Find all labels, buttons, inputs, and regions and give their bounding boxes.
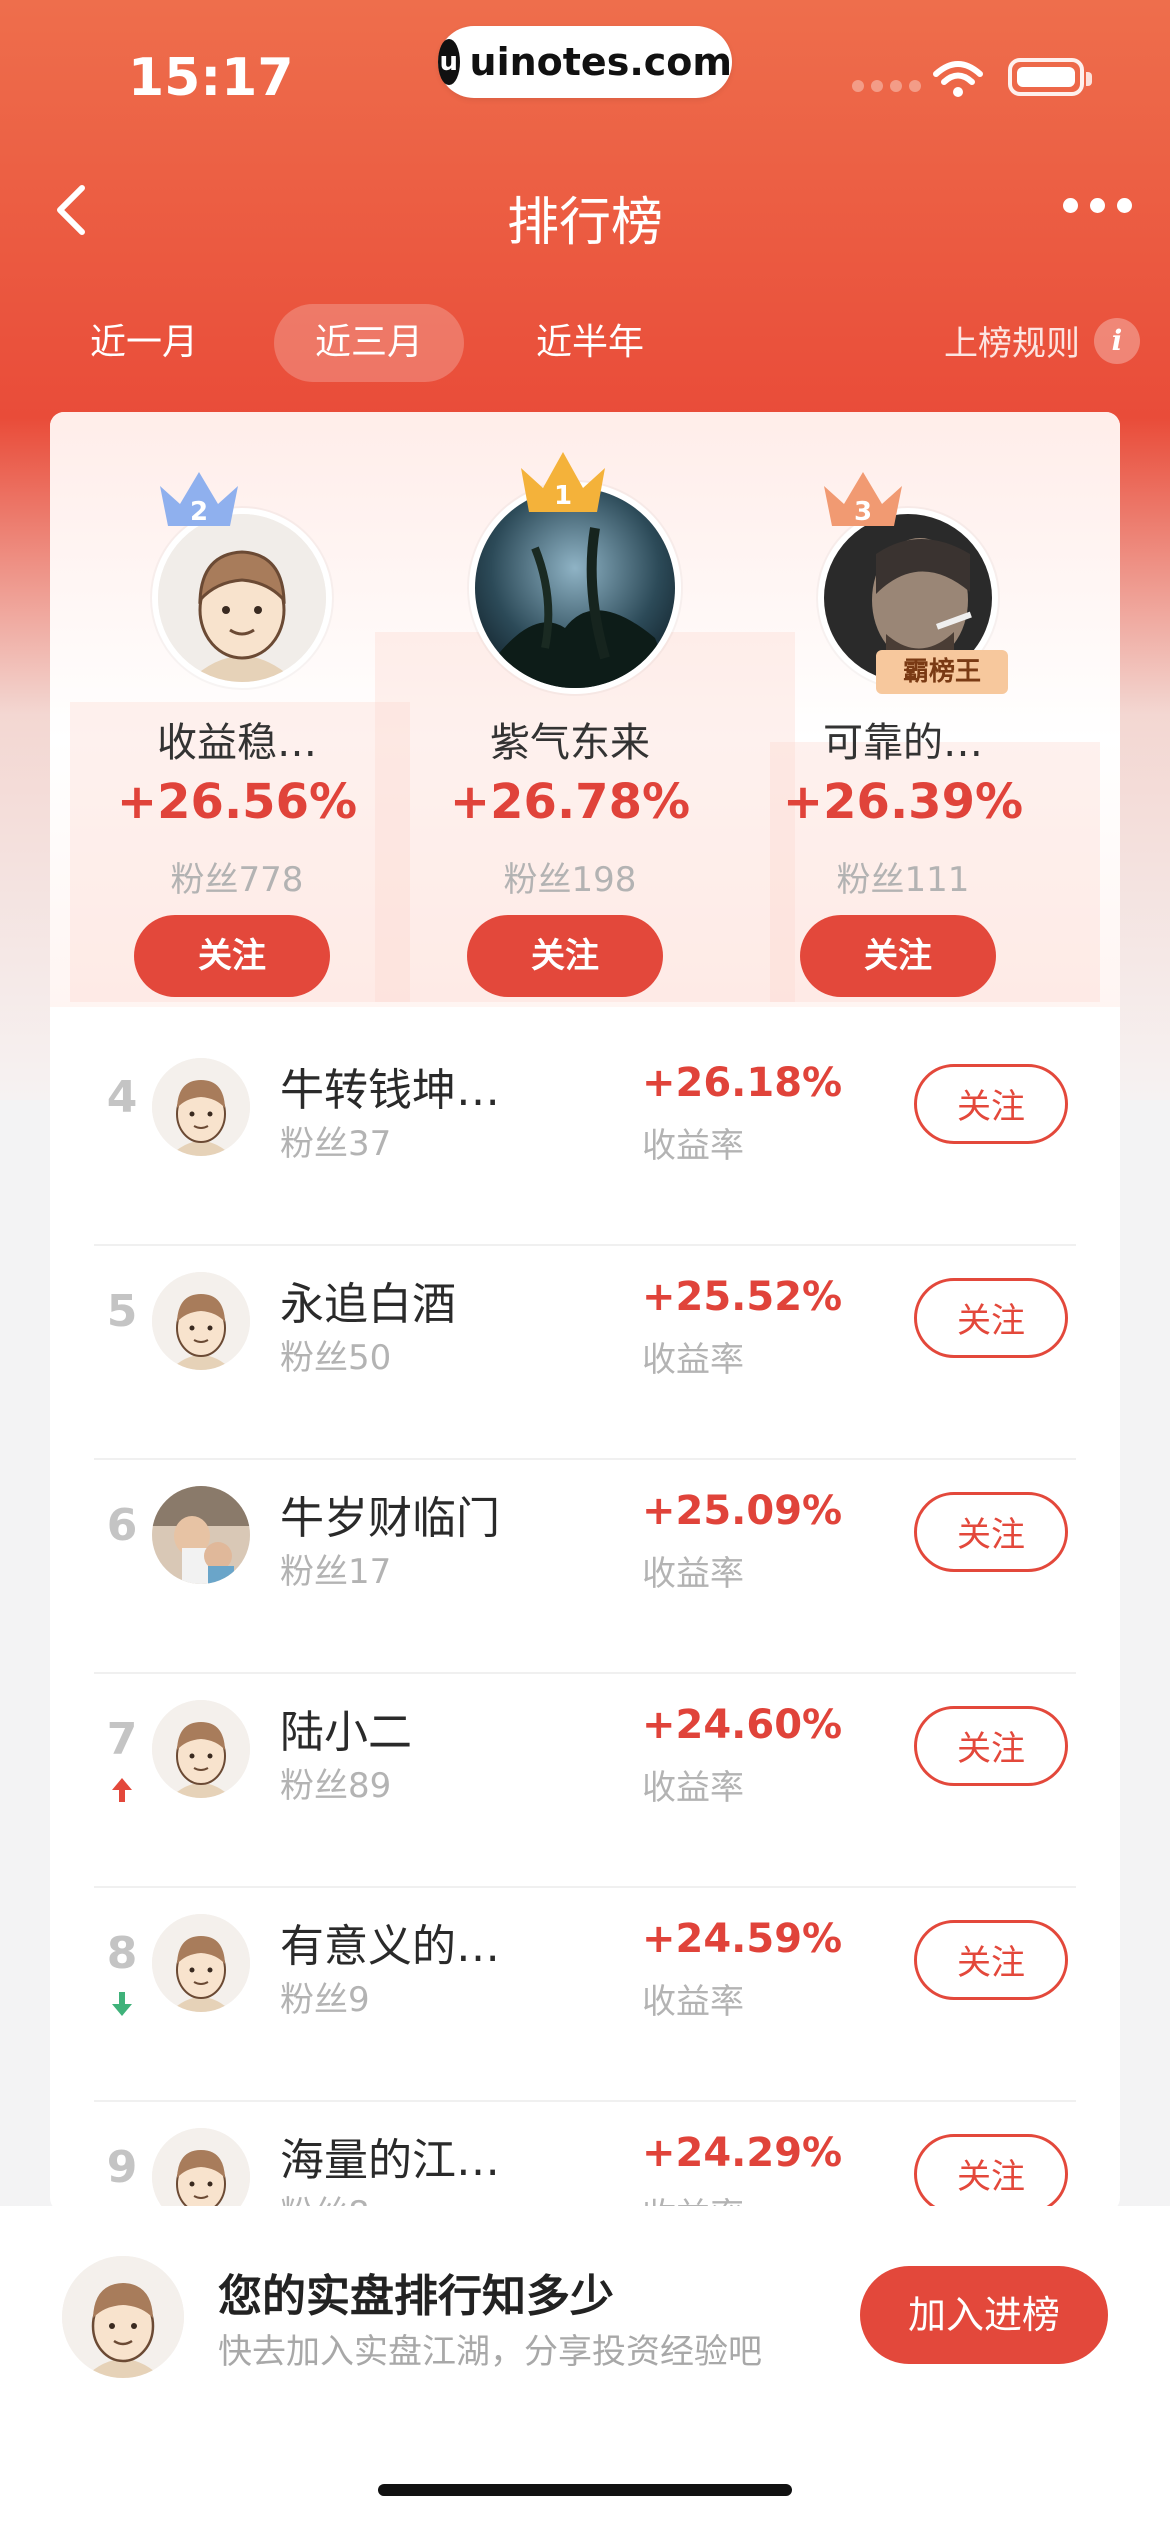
avatar[interactable] [152, 508, 332, 688]
navbar: 排行榜 [0, 160, 1170, 260]
user-name: 陆小二 [280, 1707, 412, 1758]
rank-down-arrow-icon [112, 1992, 132, 2016]
return-rate-label: 收益率 [642, 1126, 744, 1166]
avatar[interactable] [152, 1914, 250, 2012]
list-item[interactable]: 6 牛岁财临门 粉丝17 +25.09% 收益率 关注 [50, 1460, 1120, 1674]
rank-number: 9 [106, 2142, 138, 2193]
fans-count: 粉丝50 [280, 1338, 392, 1378]
rank-number: 6 [106, 1500, 138, 1551]
signal-icon [852, 80, 921, 92]
follow-button[interactable]: 关注 [800, 915, 996, 997]
top3-name: 紫气东来 [490, 720, 650, 766]
avatar[interactable] [152, 1058, 250, 1156]
list-item[interactable]: 7 陆小二 粉丝89 +24.60% 收益率 关注 [50, 1674, 1120, 1888]
avatar[interactable] [152, 1272, 250, 1370]
follow-button[interactable]: 关注 [134, 915, 330, 997]
crown-silver-icon: 2 [160, 472, 238, 527]
ranking-rules-link[interactable]: 上榜规则 i [944, 316, 1140, 365]
return-rate: +24.59% [642, 1916, 843, 1962]
return-rate: +24.29% [642, 2130, 843, 2176]
home-indicator [378, 2484, 792, 2496]
fans-count: 粉丝9 [280, 1980, 370, 2020]
return-rate-label: 收益率 [642, 1340, 744, 1380]
follow-button[interactable]: 关注 [914, 1706, 1068, 1786]
join-ranking-button[interactable]: 加入进榜 [860, 2266, 1108, 2364]
fans-count: 粉丝89 [280, 1766, 392, 1806]
more-icon[interactable] [1063, 198, 1132, 213]
user-name: 牛岁财临门 [280, 1493, 500, 1544]
info-icon: i [1094, 317, 1140, 364]
promo-title: 您的实盘排行知多少 [218, 2271, 614, 2322]
tab-3-months[interactable]: 近三月 [274, 304, 464, 382]
follow-button[interactable]: 关注 [914, 1920, 1068, 2000]
top-king-badge: 霸榜王 [876, 650, 1008, 694]
svg-text:1: 1 [554, 481, 572, 511]
follow-button[interactable]: 关注 [914, 2134, 1068, 2212]
rank-up-arrow-icon [112, 1778, 132, 1802]
podium: 2 收益稳… +26.56% 粉丝778 关注 1 紫气东来 +26.78% 粉… [50, 412, 1120, 1007]
rank-number: 7 [106, 1714, 138, 1765]
fans-count: 粉丝37 [280, 1124, 392, 1164]
avatar[interactable] [152, 1700, 250, 1798]
fans-count: 粉丝17 [280, 1552, 392, 1592]
follow-button[interactable]: 关注 [914, 1492, 1068, 1572]
rank-number: 4 [106, 1072, 138, 1123]
tab-6-months[interactable]: 近半年 [502, 304, 678, 382]
tab-1-month[interactable]: 近一月 [56, 304, 232, 382]
top3-fans: 粉丝111 [836, 860, 970, 900]
avatar[interactable] [152, 2128, 250, 2212]
avatar[interactable] [152, 1486, 250, 1584]
top3-fans: 粉丝778 [170, 860, 304, 900]
status-time: 15:17 [128, 48, 294, 108]
wifi-icon [933, 61, 983, 97]
top3-name: 可靠的… [823, 720, 983, 766]
list-item[interactable]: 5 永追白酒 粉丝50 +25.52% 收益率 关注 [50, 1246, 1120, 1460]
rank-number: 5 [106, 1286, 138, 1337]
page-title: 排行榜 [506, 193, 663, 253]
list-item[interactable]: 4 牛转钱坤… 粉丝37 +26.18% 收益率 关注 [50, 1032, 1120, 1246]
rank-number: 8 [106, 1928, 138, 1979]
top3-fans: 粉丝198 [503, 860, 637, 900]
svg-text:2: 2 [190, 497, 208, 527]
site-logo-icon: u [438, 39, 460, 85]
list-item[interactable]: 9 海量的江… 粉丝8 +24.29% 收益率 关注 [50, 2102, 1120, 2212]
return-rate-label: 收益率 [642, 1554, 744, 1594]
follow-button[interactable]: 关注 [914, 1278, 1068, 1358]
top3-rate: +26.78% [449, 774, 691, 830]
user-name: 永追白酒 [280, 1279, 456, 1330]
top3-rate: +26.39% [782, 774, 1024, 830]
avatar [62, 2256, 184, 2378]
svg-text:3: 3 [854, 497, 872, 527]
return-rate-label: 收益率 [642, 1982, 744, 2022]
promo-subtitle: 快去加入实盘江湖，分享投资经验吧 [218, 2332, 762, 2372]
user-name: 有意义的… [280, 1921, 500, 1972]
top3-name: 收益稳… [157, 720, 317, 766]
return-rate: +25.52% [642, 1274, 843, 1320]
site-badge-label: uinotes.com [469, 40, 732, 84]
status-bar: 15:17 u uinotes.com [0, 0, 1170, 150]
list-item[interactable]: 8 有意义的… 粉丝9 +24.59% 收益率 关注 [50, 1888, 1120, 2102]
top3-rate: +26.56% [116, 774, 358, 830]
user-name: 海量的江… [280, 2135, 500, 2186]
return-rate: +24.60% [642, 1702, 843, 1748]
site-badge: u uinotes.com [438, 26, 732, 98]
return-rate: +26.18% [642, 1060, 843, 1106]
user-name: 牛转钱坤… [280, 1065, 500, 1116]
crown-gold-icon: 1 [521, 452, 605, 512]
ranking-rules-label: 上榜规则 [944, 324, 1080, 364]
follow-button[interactable]: 关注 [914, 1064, 1068, 1144]
battery-icon [1008, 58, 1092, 96]
ranking-card: 2 收益稳… +26.56% 粉丝778 关注 1 紫气东来 +26.78% 粉… [50, 412, 1120, 2212]
return-rate: +25.09% [642, 1488, 843, 1534]
return-rate-label: 收益率 [642, 1768, 744, 1808]
period-tabs: 近一月 近三月 近半年 上榜规则 i [0, 300, 1170, 390]
crown-bronze-icon: 3 [824, 472, 902, 527]
follow-button[interactable]: 关注 [467, 915, 663, 997]
